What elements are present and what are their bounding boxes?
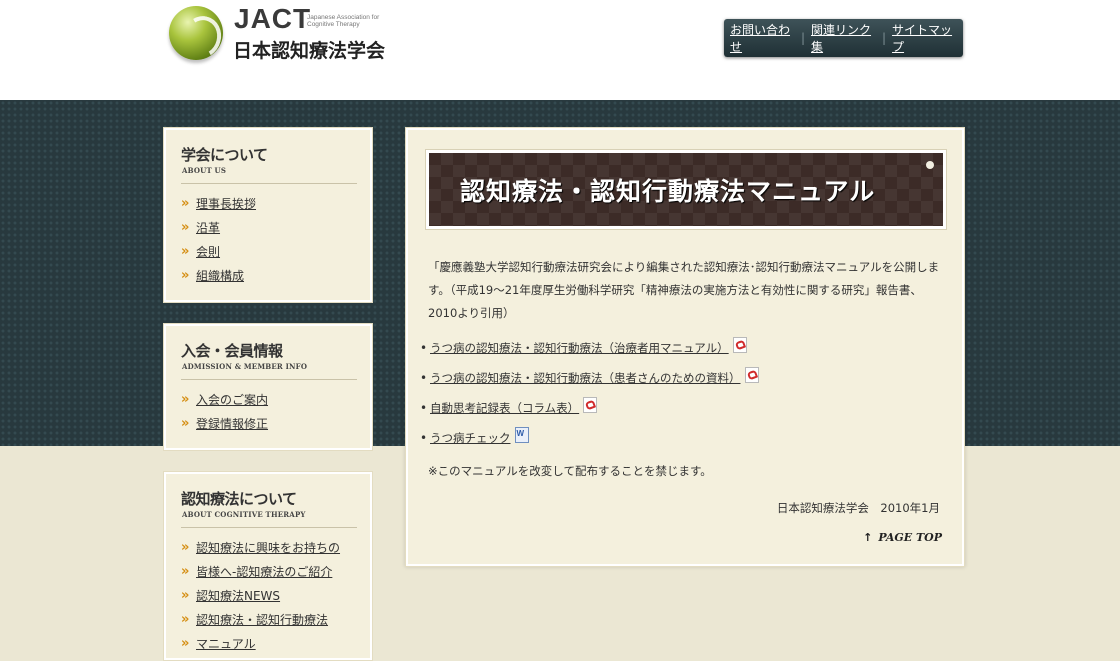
logo-subtitle: Japanese Association for Cognitive Thera… [307, 14, 380, 28]
site-logo[interactable]: JACT Japanese Association for Cognitive … [163, 0, 391, 74]
sidebar-subtitle: ABOUT US [182, 166, 227, 175]
doc-link-patient-material[interactable]: うつ病の認知療法・認知行動療法（患者さんのための資料） [430, 371, 741, 385]
list-item: うつ病チェック [420, 426, 759, 456]
nav-sitemap-link[interactable]: サイトマップ [886, 21, 963, 55]
sidebar-title: 認知療法について [181, 490, 297, 508]
logo-abbreviation: JACT [234, 3, 312, 34]
sidebar-box-membership: 入会・会員情報 ADMISSION & MEMBER INFO 入会のご案内 登… [163, 323, 373, 451]
nav-links-link[interactable]: 関連リンク集 [805, 21, 882, 55]
divider [181, 183, 357, 184]
nav-contact-link[interactable]: お問い合わせ [724, 21, 801, 55]
sidebar-link-bylaws[interactable]: 会則 [196, 245, 220, 259]
sidebar-item: 認知療法に興味をお持ちの [181, 536, 340, 560]
divider [181, 527, 357, 528]
doc-link-thought-record[interactable]: 自動思考記録表（コラム表） [430, 401, 579, 415]
doc-link-therapist-manual[interactable]: うつ病の認知療法・認知行動療法（治療者用マニュアル） [430, 341, 729, 355]
sidebar-list: 入会のご案内 登録情報修正 [181, 388, 268, 436]
pdf-icon[interactable] [583, 397, 598, 413]
page-top-label: PAGE TOP [878, 531, 942, 544]
logo-emblem-icon [169, 6, 223, 60]
sidebar-subtitle: ABOUT COGNITIVE THERAPY [182, 510, 306, 519]
site-header: JACT Japanese Association for Cognitive … [0, 0, 1120, 100]
sidebar-item: 登録情報修正 [181, 412, 268, 436]
sidebar-link-news[interactable]: 認知療法NEWS [196, 589, 280, 603]
list-item: 自動思考記録表（コラム表） [420, 396, 759, 426]
main-content: 認知療法・認知行動療法マニュアル 「慶應義塾大学認知行動療法研究会により編集され… [405, 127, 965, 567]
sidebar-link-manual-cont[interactable]: マニュアル [196, 637, 256, 651]
page-title: 認知療法・認知行動療法マニュアル [460, 177, 876, 206]
sidebar-item: 認知療法・認知行動療法 [181, 608, 340, 632]
list-item: うつ病の認知療法・認知行動療法（治療者用マニュアル） [420, 336, 759, 366]
sidebar-list: 認知療法に興味をお持ちの 皆様へ-認知療法のご紹介 認知療法NEWS 認知療法・… [181, 536, 340, 656]
sidebar-item-continued: 皆様へ-認知療法のご紹介 [181, 560, 340, 584]
sidebar-subtitle: ADMISSION & MEMBER INFO [182, 362, 308, 371]
notice-text: ※このマニュアルを改変して配布することを禁じます。 [428, 464, 712, 478]
list-item: うつ病の認知療法・認知行動療法（患者さんのための資料） [420, 366, 759, 396]
sidebar-link-introduction-cont[interactable]: 皆様へ-認知療法のご紹介 [196, 565, 332, 579]
sidebar-link-history[interactable]: 沿革 [196, 221, 220, 235]
doc-link-depression-check[interactable]: うつ病チェック [430, 431, 511, 445]
divider [181, 379, 357, 380]
signature-text: 日本認知療法学会 2010年1月 [776, 501, 940, 515]
sidebar-item-continued: マニュアル [181, 632, 340, 656]
sidebar-link-introduction[interactable]: 認知療法に興味をお持ちの [196, 541, 340, 555]
sidebar-box-cognitive-therapy: 認知療法について ABOUT COGNITIVE THERAPY 認知療法に興味… [163, 471, 373, 661]
banner-dot-icon [926, 161, 934, 169]
page-banner: 認知療法・認知行動療法マニュアル [426, 150, 946, 229]
intro-text: 「慶應義塾大学認知行動療法研究会により編集された認知療法･認知行動療法マニュアル… [428, 260, 940, 320]
sidebar-title: 入会・会員情報 [181, 342, 283, 360]
document-list: うつ病の認知療法・認知行動療法（治療者用マニュアル） うつ病の認知療法・認知行動… [420, 336, 759, 456]
sidebar-link-greeting[interactable]: 理事長挨拶 [196, 197, 256, 211]
page-top-link[interactable]: ↑ PAGE TOP [863, 531, 942, 544]
sidebar-box-about: 学会について ABOUT US 理事長挨拶 沿革 会則 組織構成 [163, 127, 373, 303]
sidebar-item: 入会のご案内 [181, 388, 268, 412]
pdf-icon[interactable] [744, 367, 759, 383]
sidebar-list: 理事長挨拶 沿革 会則 組織構成 [181, 192, 256, 288]
logo-name: 日本認知療法学会 [233, 40, 386, 62]
sidebar-item: 認知療法NEWS [181, 584, 340, 608]
sidebar-item: 組織構成 [181, 264, 256, 288]
sidebar-item: 理事長挨拶 [181, 192, 256, 216]
pdf-icon[interactable] [732, 337, 747, 353]
sidebar-link-organization[interactable]: 組織構成 [196, 269, 244, 283]
word-doc-icon[interactable] [514, 427, 529, 443]
sidebar-link-admission[interactable]: 入会のご案内 [196, 393, 268, 407]
sidebar-link-manual[interactable]: 認知療法・認知行動療法 [196, 613, 328, 627]
top-navigation: お問い合わせ | 関連リンク集 | サイトマップ [724, 19, 963, 57]
sidebar-title: 学会について [181, 146, 268, 164]
sidebar-item: 沿革 [181, 216, 256, 240]
arrow-up-icon: ↑ [863, 531, 873, 544]
sidebar-link-update-info[interactable]: 登録情報修正 [196, 417, 268, 431]
sidebar-item: 会則 [181, 240, 256, 264]
